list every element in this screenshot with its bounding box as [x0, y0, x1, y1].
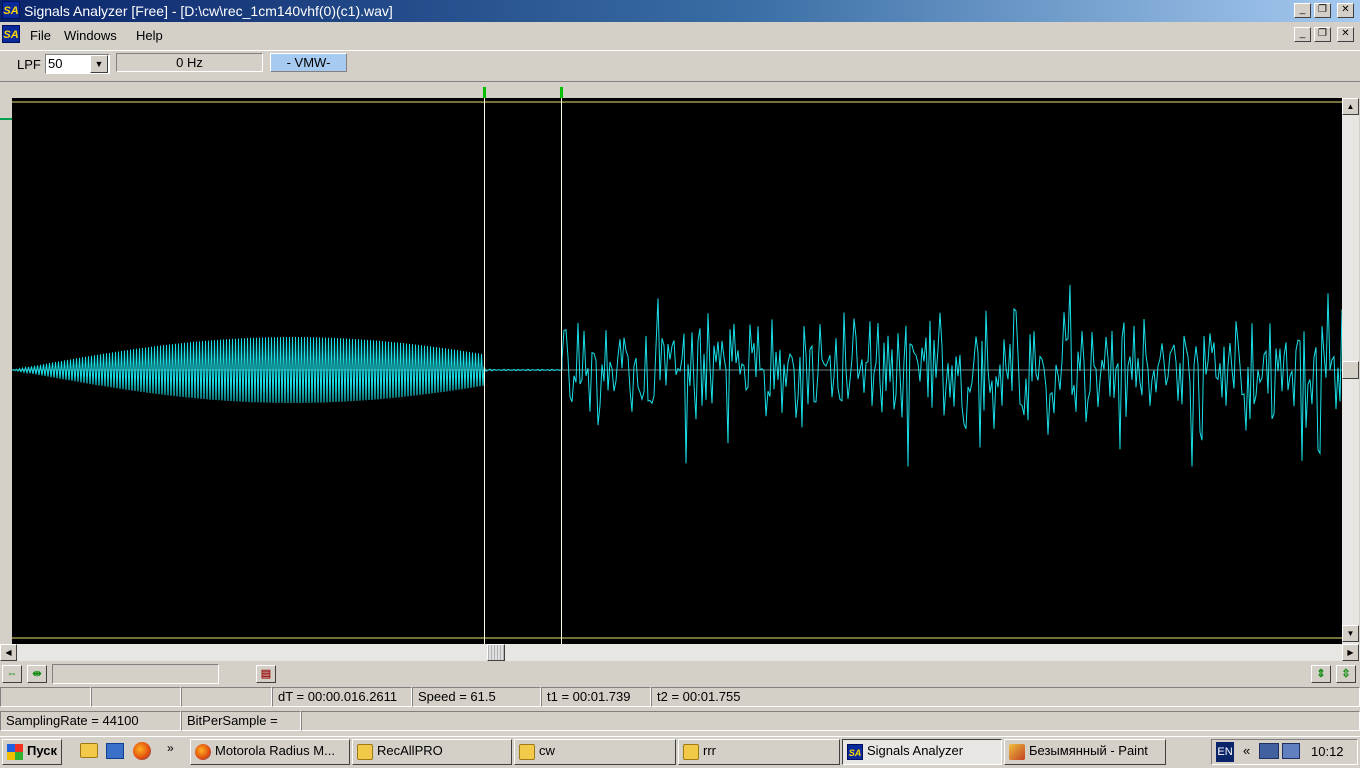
child-close-button[interactable]: ✕: [1337, 27, 1354, 42]
status-empty: [301, 711, 1360, 731]
scroll-right-button[interactable]: ▶: [1342, 644, 1359, 661]
task-cw[interactable]: cw: [514, 739, 676, 765]
folder-icon: [683, 744, 699, 760]
status-t2: t2 = 00:01.755: [651, 687, 1360, 707]
quicklaunch-firefox-icon[interactable]: [133, 742, 151, 760]
zoom-slider[interactable]: [52, 664, 219, 684]
horizontal-scroll-thumb[interactable]: [487, 644, 505, 661]
vertical-scroll-thumb[interactable]: [1342, 361, 1359, 379]
language-indicator[interactable]: EN: [1216, 742, 1234, 762]
status-sampling-rate: SamplingRate = 44100: [0, 711, 181, 731]
lpf-value: 50: [48, 56, 63, 71]
chevron-down-icon[interactable]: ▼: [90, 55, 108, 73]
menu-windows[interactable]: Windows: [64, 28, 117, 43]
task-signals-analyzer[interactable]: SA Signals Analyzer: [842, 739, 1002, 765]
status-bits: BitPerSample =: [181, 711, 301, 731]
cursor-t2-handle[interactable]: [560, 87, 563, 98]
menu-file[interactable]: File: [30, 28, 51, 43]
menu-bar: SA File Windows Help _ ❐ ✕: [0, 22, 1360, 48]
clock[interactable]: 10:12: [1311, 744, 1344, 759]
child-restore-button[interactable]: ❐: [1314, 27, 1331, 42]
status-speed: Speed = 61.5: [412, 687, 541, 707]
folder-icon: [519, 744, 535, 760]
zoom-in-horizontal-icon[interactable]: ⇹: [27, 665, 47, 683]
minimize-button[interactable]: _: [1294, 3, 1311, 18]
task-label: Безымянный - Paint: [1029, 743, 1148, 758]
task-paint[interactable]: Безымянный - Paint: [1004, 739, 1166, 765]
task-label: rrr: [703, 743, 716, 758]
task-rrr[interactable]: rrr: [678, 739, 840, 765]
task-label: cw: [539, 743, 555, 758]
firefox-icon: [195, 744, 211, 760]
task-label: Motorola Radius M...: [215, 743, 335, 758]
zoom-out-horizontal-icon[interactable]: ⇔: [2, 665, 22, 683]
quicklaunch-explorer-icon[interactable]: [80, 743, 98, 758]
start-label: Пуск: [27, 743, 57, 758]
app-logo-icon: SA: [2, 1, 20, 19]
waveform-display[interactable]: [12, 98, 1342, 644]
task-label: RecAllPRO: [377, 743, 443, 758]
left-marker: [0, 118, 12, 120]
waveform-trace: [12, 284, 1342, 467]
quicklaunch-more-icon[interactable]: »: [167, 741, 174, 755]
task-recallpro[interactable]: RecAllPRO: [352, 739, 512, 765]
scroll-left-button[interactable]: ◀: [0, 644, 17, 661]
quicklaunch-desktop-icon[interactable]: [106, 743, 124, 759]
paint-icon: [1009, 744, 1025, 760]
horizontal-scrollbar[interactable]: [0, 644, 1360, 661]
network-icon[interactable]: [1259, 743, 1279, 759]
restore-button[interactable]: ❐: [1314, 3, 1331, 18]
window-title: Signals Analyzer [Free] - [D:\cw\rec_1cm…: [24, 3, 393, 19]
task-motorola[interactable]: Motorola Radius M...: [190, 739, 350, 765]
lpf-label: LPF: [17, 57, 41, 72]
frequency-display: 0 Hz: [116, 53, 263, 72]
close-button[interactable]: ✕: [1337, 3, 1354, 18]
start-button[interactable]: Пуск: [2, 739, 62, 765]
vmw-mode-button[interactable]: - VMW-: [270, 53, 347, 72]
zoom-vertical-out-icon[interactable]: ⇳: [1336, 665, 1356, 683]
status-cell-empty-2: [91, 687, 181, 707]
windows-logo-icon: [7, 744, 23, 760]
document-icon[interactable]: SA: [2, 25, 20, 43]
scroll-up-button[interactable]: ▲: [1342, 98, 1359, 115]
child-minimize-button[interactable]: _: [1294, 27, 1311, 42]
scroll-down-button[interactable]: ▼: [1342, 625, 1359, 642]
task-label: Signals Analyzer: [867, 743, 964, 758]
status-dt: dT = 00:00.016.2611: [272, 687, 412, 707]
network-icon-2[interactable]: [1282, 743, 1300, 759]
graph-icon[interactable]: ▤: [256, 665, 276, 683]
status-t1: t1 = 00:01.739: [541, 687, 651, 707]
folder-icon: [357, 744, 373, 760]
menu-help[interactable]: Help: [136, 28, 163, 43]
zoom-vertical-in-icon[interactable]: ⇕: [1311, 665, 1331, 683]
status-cell-empty-1: [0, 687, 91, 707]
tray-expand-icon[interactable]: «: [1243, 743, 1250, 758]
title-bar: SA Signals Analyzer [Free] - [D:\cw\rec_…: [0, 0, 1360, 22]
cursor-t1-handle[interactable]: [483, 87, 486, 98]
sa-icon: SA: [847, 744, 863, 760]
status-cell-empty-3: [181, 687, 272, 707]
